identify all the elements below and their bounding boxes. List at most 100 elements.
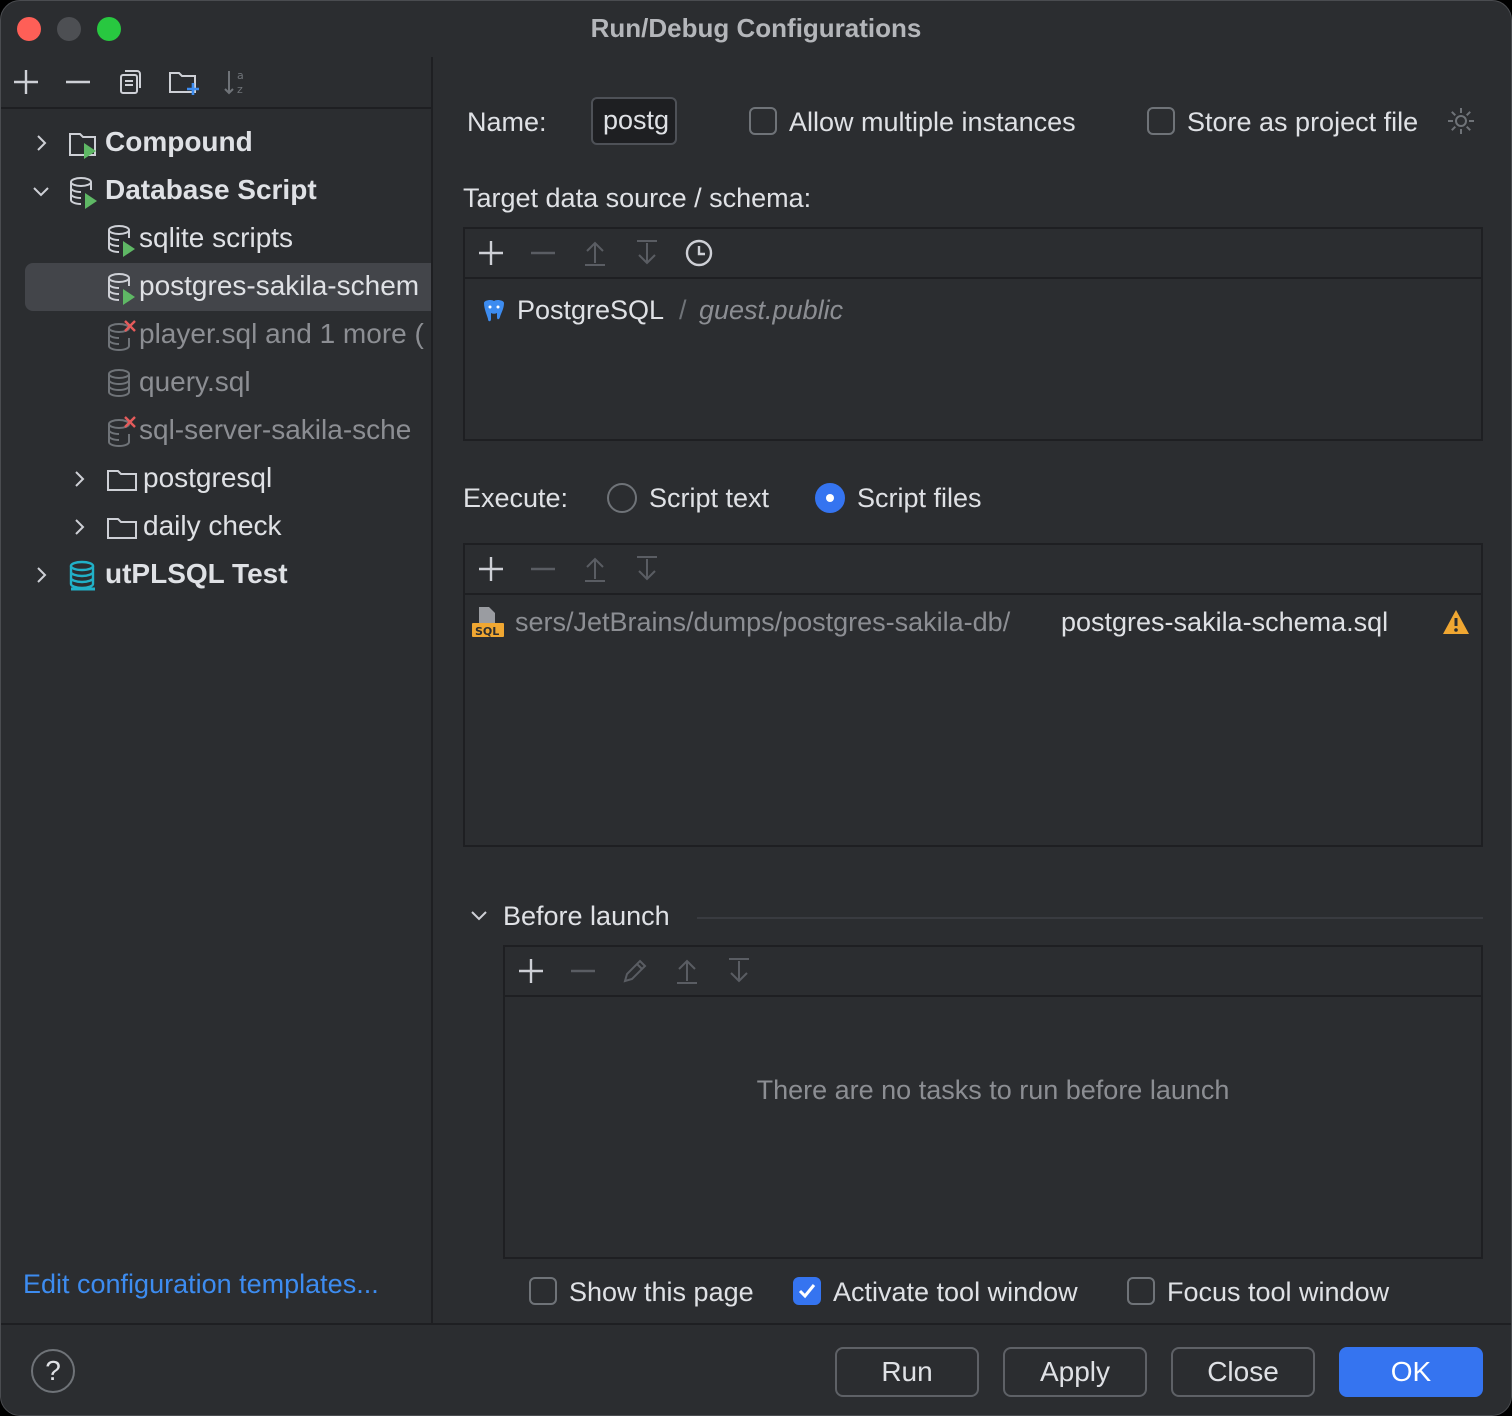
configuration-editor: Name: postg Allow multiple instances Sto…: [435, 57, 1512, 1323]
tree-item-label: player.sql and 1 more (: [139, 318, 424, 350]
apply-button[interactable]: Apply: [1003, 1347, 1147, 1397]
script-file-name: postgres-sakila-schema.sql: [1061, 607, 1388, 638]
move-down-icon: [631, 237, 663, 269]
tree-item-database-script[interactable]: Database Script: [1, 167, 431, 215]
folder-icon: [105, 463, 139, 497]
tree-item-label: Database Script: [105, 174, 317, 206]
add-icon[interactable]: [11, 67, 41, 97]
add-icon[interactable]: [475, 553, 507, 585]
focus-tool-window-label: Focus tool window: [1167, 1277, 1389, 1308]
script-files-toolbar: [465, 545, 1481, 595]
configurations-sidebar: az Compound Database Script sqlite scrip…: [1, 57, 433, 1323]
name-field[interactable]: postg: [591, 97, 677, 145]
move-down-icon: [631, 553, 663, 585]
db-run-icon: [105, 223, 139, 257]
sql-file-icon: SQL: [471, 605, 505, 639]
chevron-down-icon[interactable]: [29, 179, 53, 203]
tree-item-label: postgres-sakila-schem: [139, 270, 419, 302]
store-as-project-file-label: Store as project file: [1187, 107, 1418, 138]
run-debug-configurations-dialog: Run/Debug Configurations az Compound Dat…: [0, 0, 1512, 1416]
new-folder-icon[interactable]: [167, 67, 201, 97]
add-icon[interactable]: [475, 237, 507, 269]
edit-configuration-templates-link[interactable]: Edit configuration templates...: [23, 1269, 379, 1300]
target-data-source-label: Target data source / schema:: [463, 183, 811, 214]
move-up-icon: [579, 237, 611, 269]
tree-item-sqlite-scripts[interactable]: sqlite scripts: [1, 215, 431, 263]
before-launch-panel: There are no tasks to run before launch: [503, 945, 1483, 1259]
tree-item-label: sqlite scripts: [139, 222, 293, 254]
activate-tool-window-label: Activate tool window: [833, 1277, 1078, 1308]
remove-icon: [567, 955, 599, 987]
tree-item-utplsql-test[interactable]: utPLSQL Test: [1, 551, 431, 599]
svg-text:SQL: SQL: [475, 625, 499, 638]
tree-item-label: postgresql: [143, 462, 272, 494]
before-launch-empty-text: There are no tasks to run before launch: [505, 1075, 1481, 1106]
postgresql-icon: [479, 297, 509, 327]
tree-item-label: sql-server-sakila-sche: [139, 414, 411, 446]
store-as-project-file-checkbox[interactable]: [1147, 107, 1175, 135]
gear-icon[interactable]: [1445, 105, 1477, 137]
script-text-label: Script text: [649, 483, 769, 514]
chevron-right-icon[interactable]: [67, 515, 91, 539]
move-up-icon: [671, 955, 703, 987]
remove-icon: [527, 553, 559, 585]
data-source-schema: guest.public: [699, 295, 843, 326]
title-bar: Run/Debug Configurations: [1, 1, 1511, 57]
tree-item-label: daily check: [143, 510, 282, 542]
focus-tool-window-checkbox[interactable]: [1127, 1277, 1155, 1305]
remove-icon[interactable]: [63, 67, 93, 97]
warning-icon: [1441, 607, 1471, 637]
tree-item-label: Compound: [105, 126, 253, 158]
db-error-icon: [105, 415, 139, 449]
chevron-right-icon[interactable]: [29, 131, 53, 155]
name-label: Name:: [467, 107, 547, 138]
help-button[interactable]: ?: [31, 1349, 75, 1393]
allow-multiple-instances-checkbox[interactable]: [749, 107, 777, 135]
copy-icon[interactable]: [115, 67, 145, 97]
checkmark-icon: [797, 1281, 817, 1301]
before-launch-label: Before launch: [503, 901, 670, 932]
before-launch-toolbar: [505, 947, 1481, 997]
script-file-directory: sers/JetBrains/dumps/postgres-sakila-db/: [515, 607, 1010, 638]
remove-icon: [527, 237, 559, 269]
svg-text:a: a: [237, 69, 244, 82]
data-source-name: PostgreSQL: [517, 295, 664, 326]
show-this-page-checkbox[interactable]: [529, 1277, 557, 1305]
sidebar-toolbar: az: [1, 57, 431, 109]
sort-icon[interactable]: az: [221, 67, 251, 97]
tree-item-postgresql-folder[interactable]: postgresql: [1, 455, 431, 503]
svg-text:z: z: [237, 83, 243, 96]
compound-icon: [67, 127, 101, 161]
folder-icon: [105, 511, 139, 545]
tree-item-sql-server-sakila-schema[interactable]: sql-server-sakila-sche: [1, 407, 431, 455]
close-button[interactable]: Close: [1171, 1347, 1315, 1397]
activate-tool-window-checkbox[interactable]: [793, 1277, 821, 1305]
db-icon: [105, 367, 139, 401]
script-files-label: Script files: [857, 483, 982, 514]
tree-item-postgres-sakila-schema[interactable]: postgres-sakila-schem: [25, 263, 431, 311]
db-error-icon: [105, 319, 139, 353]
chevron-right-icon[interactable]: [29, 563, 53, 587]
data-source-toolbar: [465, 229, 1481, 279]
tree-item-player-sql[interactable]: player.sql and 1 more (: [1, 311, 431, 359]
tree-item-compound[interactable]: Compound: [1, 119, 431, 167]
clock-icon[interactable]: [683, 237, 715, 269]
data-source-panel: PostgreSQL / guest.public: [463, 227, 1483, 441]
execute-label: Execute:: [463, 483, 568, 514]
script-file-row[interactable]: SQL sers/JetBrains/dumps/postgres-sakila…: [469, 605, 1479, 645]
db-run-icon: [105, 271, 139, 305]
database-script-icon: [67, 175, 101, 209]
ok-button[interactable]: OK: [1339, 1347, 1483, 1397]
tree-item-daily-check-folder[interactable]: daily check: [1, 503, 431, 551]
run-button[interactable]: Run: [835, 1347, 979, 1397]
chevron-down-icon[interactable]: [467, 903, 491, 927]
dialog-button-bar: ? Run Apply Close OK: [1, 1323, 1511, 1416]
chevron-right-icon[interactable]: [67, 467, 91, 491]
add-icon[interactable]: [515, 955, 547, 987]
script-text-radio[interactable]: [607, 483, 637, 513]
window-title: Run/Debug Configurations: [1, 13, 1511, 44]
tree-item-query-sql[interactable]: query.sql: [1, 359, 431, 407]
script-files-radio[interactable]: [815, 483, 845, 513]
move-down-icon: [723, 955, 755, 987]
move-up-icon: [579, 553, 611, 585]
